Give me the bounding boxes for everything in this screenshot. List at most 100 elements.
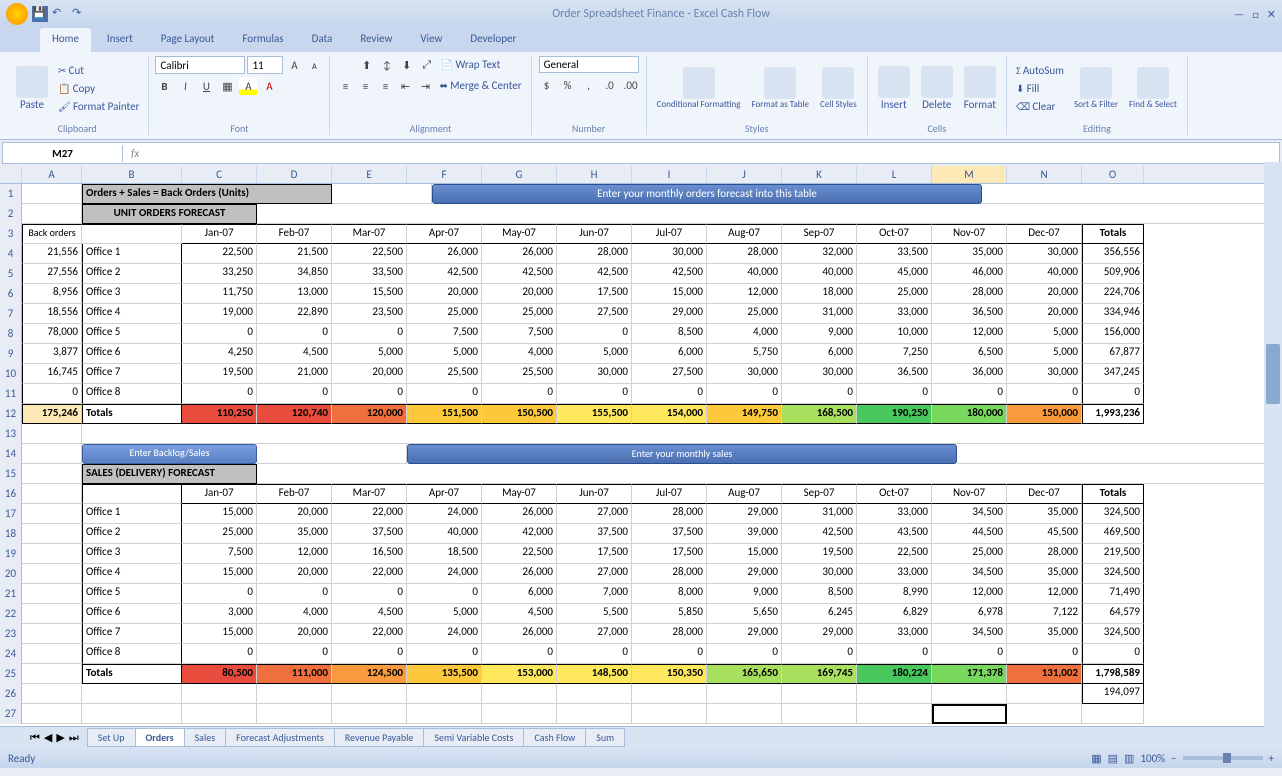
data-cell[interactable]: 4,500 [482, 604, 557, 624]
office-name[interactable]: Office 4 [82, 564, 182, 584]
office-name[interactable]: Office 1 [82, 504, 182, 524]
currency-icon[interactable]: $ [538, 76, 556, 94]
data-cell[interactable]: 33,000 [857, 504, 932, 524]
office-name[interactable]: Office 5 [82, 584, 182, 604]
data-cell[interactable]: 9,000 [782, 324, 857, 344]
data-cell[interactable]: 8,500 [782, 584, 857, 604]
data-cell[interactable]: 5,000 [1007, 324, 1082, 344]
data-cell[interactable]: 40,000 [1007, 264, 1082, 284]
data-cell[interactable]: 26,000 [482, 624, 557, 644]
total-cell[interactable]: 168,500 [782, 404, 857, 424]
office-name[interactable]: Office 4 [82, 304, 182, 324]
sort-filter-button[interactable]: Sort & Filter [1070, 65, 1122, 112]
number-format-select[interactable] [539, 56, 639, 73]
data-cell[interactable]: 0 [857, 644, 932, 664]
data-cell[interactable]: 22,000 [332, 504, 407, 524]
data-cell[interactable]: 6,000 [482, 584, 557, 604]
fill-color-button[interactable]: A [239, 77, 257, 95]
row-header[interactable]: 9 [0, 344, 22, 364]
tab-nav-next-icon[interactable]: ▶ [56, 731, 64, 744]
data-cell[interactable]: 0 [557, 644, 632, 664]
data-cell[interactable]: 28,000 [632, 564, 707, 584]
col-header[interactable]: M [932, 166, 1007, 183]
data-cell[interactable]: 15,000 [182, 624, 257, 644]
tab-nav-first-icon[interactable]: ⏮ [30, 731, 40, 745]
data-cell[interactable]: 32,000 [782, 244, 857, 264]
data-cell[interactable]: 13,000 [257, 284, 332, 304]
data-cell[interactable]: 5,000 [557, 344, 632, 364]
row-total[interactable]: 324,500 [1082, 624, 1144, 644]
total-cell[interactable]: 165,650 [707, 664, 782, 684]
data-cell[interactable]: 25,000 [482, 304, 557, 324]
data-cell[interactable]: 21,500 [257, 244, 332, 264]
border-button[interactable]: ▦ [218, 77, 236, 95]
data-cell[interactable]: 28,000 [932, 284, 1007, 304]
total-cell[interactable]: 150,000 [1007, 404, 1082, 424]
wrap-text-button[interactable]: 📄 Wrap Text [438, 56, 504, 74]
row-total[interactable]: 224,706 [1082, 284, 1144, 304]
align-top-icon[interactable]: ⬆ [358, 56, 376, 74]
data-cell[interactable]: 31,000 [782, 304, 857, 324]
row-header[interactable]: 15 [0, 464, 22, 484]
total-cell[interactable]: 154,000 [632, 404, 707, 424]
data-cell[interactable]: 25,500 [482, 364, 557, 384]
clear-button[interactable]: ⌫ Clear [1013, 98, 1067, 115]
row-header[interactable]: 24 [0, 644, 22, 664]
fx-button[interactable]: fx [123, 145, 147, 162]
total-cell[interactable]: 135,500 [407, 664, 482, 684]
data-cell[interactable]: 28,000 [632, 504, 707, 524]
total-cell[interactable]: 153,000 [482, 664, 557, 684]
data-cell[interactable]: 0 [332, 644, 407, 664]
total-cell[interactable]: 124,500 [332, 664, 407, 684]
total-cell[interactable]: 120,740 [257, 404, 332, 424]
data-cell[interactable]: 5,850 [632, 604, 707, 624]
back-order-cell[interactable]: 0 [22, 384, 82, 404]
data-cell[interactable]: 35,000 [257, 524, 332, 544]
data-cell[interactable]: 0 [707, 644, 782, 664]
close-button[interactable]: ✕ [1267, 8, 1276, 21]
save-icon[interactable]: 💾 [32, 6, 48, 22]
back-order-cell[interactable]: 78,000 [22, 324, 82, 344]
data-cell[interactable]: 29,000 [707, 504, 782, 524]
indent-dec-icon[interactable]: ⇤ [396, 77, 414, 95]
row-total[interactable]: 0 [1082, 384, 1144, 404]
insert-cells-button[interactable]: Insert [874, 64, 914, 113]
data-cell[interactable]: 30,000 [1007, 244, 1082, 264]
data-cell[interactable]: 30,000 [782, 364, 857, 384]
sheet-tab[interactable]: Orders [135, 728, 185, 747]
data-cell[interactable]: 17,500 [557, 544, 632, 564]
data-cell[interactable]: 12,000 [257, 544, 332, 564]
data-cell[interactable]: 15,000 [632, 284, 707, 304]
total-cell[interactable]: 190,250 [857, 404, 932, 424]
data-cell[interactable]: 7,500 [482, 324, 557, 344]
row-header[interactable]: 2 [0, 204, 22, 224]
row-header[interactable]: 17 [0, 504, 22, 524]
font-color-button[interactable]: A [260, 77, 278, 95]
view-normal-icon[interactable]: ▦ [1091, 752, 1101, 765]
delete-cells-button[interactable]: Delete [917, 64, 957, 113]
data-cell[interactable]: 36,500 [932, 304, 1007, 324]
data-cell[interactable]: 0 [332, 324, 407, 344]
data-cell[interactable]: 33,000 [857, 564, 932, 584]
zoom-in-icon[interactable]: + [1269, 752, 1274, 765]
data-cell[interactable]: 4,000 [257, 604, 332, 624]
align-bottom-icon[interactable]: ⬇ [398, 56, 416, 74]
col-header[interactable]: K [782, 166, 857, 183]
total-cell[interactable]: 120,000 [332, 404, 407, 424]
scrollbar-thumb[interactable] [1266, 344, 1280, 404]
col-header[interactable]: E [332, 166, 407, 183]
data-cell[interactable]: 35,000 [1007, 564, 1082, 584]
row-total[interactable]: 219,500 [1082, 544, 1144, 564]
data-cell[interactable]: 33,000 [857, 304, 932, 324]
data-cell[interactable]: 25,000 [707, 304, 782, 324]
copy-button[interactable]: 📋 Copy [55, 80, 142, 97]
data-cell[interactable]: 27,000 [557, 504, 632, 524]
maximize-button[interactable]: □ [1252, 8, 1259, 21]
data-cell[interactable]: 6,829 [857, 604, 932, 624]
data-cell[interactable]: 45,000 [857, 264, 932, 284]
data-cell[interactable]: 5,650 [707, 604, 782, 624]
bold-button[interactable]: B [155, 77, 173, 95]
data-cell[interactable]: 25,000 [932, 544, 1007, 564]
office-name[interactable]: Office 6 [82, 604, 182, 624]
data-cell[interactable]: 24,000 [407, 624, 482, 644]
